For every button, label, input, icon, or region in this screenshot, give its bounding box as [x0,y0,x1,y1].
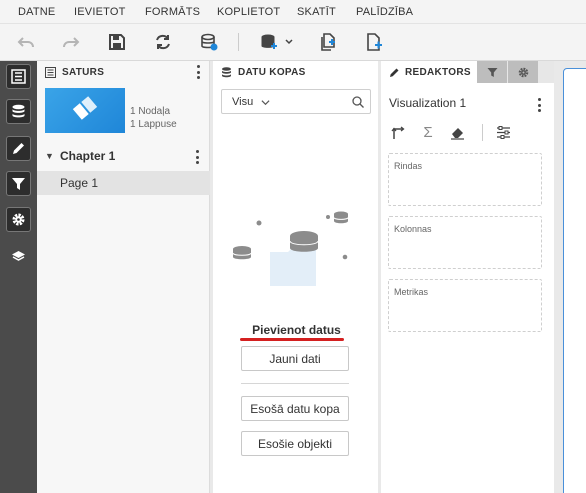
toolbar-separator [238,33,239,51]
datasets-panel: DATU KOPAS Visu Pievienot datus Jauni da… [213,61,380,493]
chapter-count: 1 Nodaļa [130,106,171,117]
chapter-label: Chapter 1 [60,149,116,163]
new-page-icon [367,33,382,51]
datasets-header-icon [222,66,231,77]
redo-icon [63,37,80,48]
data-source-button[interactable] [197,30,221,54]
contents-title: SATURS [62,66,105,78]
rail-filter-button[interactable] [6,171,31,196]
menu-bar: DATNE IEVIETOT FORMĀTS KOPLIETOT SKATĪT … [0,0,586,24]
columns-dropzone-label: Kolonnas [394,224,432,234]
editor-tools-separator [482,124,483,141]
gear-icon [12,213,25,226]
menu-insert[interactable]: IEVIETOT [74,6,126,18]
add-data-dropdown[interactable] [257,30,297,54]
rail-data-button[interactable] [6,99,31,124]
chapter-more-button[interactable] [192,150,202,164]
search-icon[interactable] [352,96,364,108]
sliders-icon [496,125,510,139]
chapter-thumbnail[interactable] [45,88,125,133]
swap-axes-icon [390,125,405,139]
add-data-title: Pievienot datus [252,323,341,337]
rail-editor-button[interactable] [6,136,31,161]
chapter-collapse-icon[interactable]: ▼ [45,151,54,161]
swap-axes-button[interactable] [389,123,407,141]
contents-header-icon [45,66,56,78]
dataset-filter-value[interactable]: Visu [232,96,253,108]
add-data-underline [240,338,344,341]
menu-format[interactable]: FORMĀTS [145,6,200,18]
save-button[interactable] [105,30,129,54]
datasets-title: DATU KOPAS [238,66,306,78]
existing-objects-button[interactable]: Esošie objekti [241,431,349,456]
toolbar [0,24,586,61]
menu-share[interactable]: KOPLIETOT [217,6,280,18]
dataset-filter-search[interactable]: Visu [221,89,371,114]
pencil-icon [13,143,24,154]
undo-button[interactable] [14,30,38,54]
page-row[interactable]: Page 1 [37,171,210,195]
contents-more-button[interactable] [193,65,203,79]
metrics-dropzone-label: Metrikas [394,287,429,297]
filter-icon [12,178,25,190]
rail-layers-button[interactable] [6,244,31,269]
editor-panel: REDAKTORS Visualization 1 Σ Rindas Kolon… [381,61,554,493]
refresh-icon [156,34,170,50]
editor-tabs: REDAKTORS [381,61,554,83]
page-label: Page 1 [60,176,99,190]
datasets-header: DATU KOPAS [213,61,379,83]
rail-settings-button[interactable] [6,207,31,232]
thumbnail-info: 1 Nodaļa 1 Lappuse [130,105,177,131]
menu-file[interactable]: DATNE [18,6,55,18]
tab-filter[interactable] [477,61,507,83]
chapter-row[interactable]: ▼ Chapter 1 [37,147,210,167]
metrics-dropzone[interactable]: Metrikas [388,279,542,332]
redo-button[interactable] [59,30,83,54]
columns-dropzone[interactable]: Kolonnas [388,216,542,269]
visualization-title[interactable]: Visualization 1 [389,96,466,110]
chevron-down-icon[interactable] [261,98,270,107]
contents-header: SATURS [37,61,209,83]
menu-help[interactable]: PALĪDZĪBA [356,6,413,18]
new-page-button[interactable] [362,30,386,54]
filter-icon [487,67,497,77]
add-data-dropdown-icon [261,34,293,49]
clear-button[interactable] [448,123,466,141]
rail-contents-button[interactable] [6,64,31,89]
contents-panel: SATURS 1 Nodaļa 1 Lappuse ▼ Chapter 1 Pa… [37,61,210,493]
page-count: 1 Lappuse [130,119,177,130]
refresh-button[interactable] [151,30,175,54]
contents-icon [11,69,26,84]
tab-editor-label: REDAKTORS [405,66,471,78]
rows-dropzone-label: Rindas [394,161,423,171]
datasets-divider [241,383,349,384]
tab-editor[interactable]: REDAKTORS [381,61,477,83]
pencil-icon [390,68,399,77]
book-icon [72,96,98,120]
existing-dataset-button[interactable]: Esošā datu kopa [241,396,349,421]
data-source-icon [201,33,218,51]
totals-button[interactable]: Σ [419,123,437,141]
visualization-settings-button[interactable] [494,123,512,141]
save-icon [109,34,125,50]
rows-dropzone[interactable]: Rindas [388,153,542,206]
undo-icon [17,37,34,48]
sum-icon: Σ [423,123,433,141]
visualization-canvas[interactable] [563,68,586,493]
canvas-area [554,61,586,493]
duplicate-page-icon [321,33,335,51]
eraser-icon [450,127,464,140]
visualization-more-button[interactable] [534,98,544,112]
menu-view[interactable]: SKATĪT [297,6,336,18]
gear-icon [518,67,528,77]
layers-icon [12,251,25,261]
tab-format[interactable] [508,61,538,83]
new-data-button[interactable]: Jauni dati [241,346,349,371]
duplicate-page-button[interactable] [316,30,340,54]
empty-data-illustration [232,211,349,286]
database-icon [12,104,25,118]
left-rail [0,61,37,493]
